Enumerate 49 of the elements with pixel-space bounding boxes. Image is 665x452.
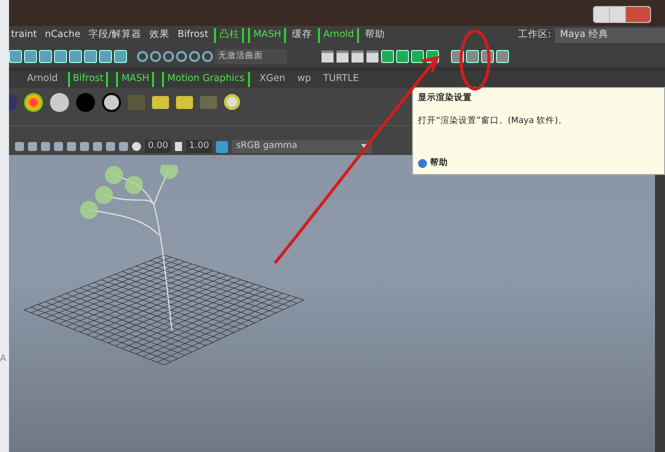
menu-item[interactable]: 效果 [148, 28, 172, 43]
help-icon [418, 159, 427, 168]
menu-item[interactable]: traint [9, 28, 39, 43]
shelf-tab[interactable]: XGen [258, 72, 288, 87]
menu-item[interactable]: MASH [248, 28, 286, 43]
exposure-icon[interactable] [132, 142, 141, 151]
annotation-circle [458, 28, 492, 92]
shelf-tab[interactable]: TURTLE [321, 72, 361, 87]
clapboard-icon[interactable] [321, 50, 334, 62]
tooltip-text: 打开“渲染设置”窗口。(Maya 软件)。 [418, 114, 568, 128]
tool-icon[interactable] [54, 50, 67, 62]
panel-icon[interactable] [466, 50, 479, 62]
menu-item[interactable]: Arnold [318, 28, 359, 43]
help-link[interactable]: 帮助 [430, 157, 448, 170]
caret-icon [361, 144, 368, 149]
menu-item[interactable]: Bifrost [176, 28, 210, 43]
render-tool-icon[interactable] [411, 50, 424, 62]
surface-field[interactable]: 无激活曲面 [215, 48, 287, 64]
render-settings-icon[interactable] [366, 50, 379, 62]
shelf-tab[interactable]: wp [295, 72, 314, 87]
gamma-field[interactable]: 1.00 [186, 140, 212, 154]
tool-icon[interactable] [9, 50, 22, 62]
menu-item[interactable]: 字段/解算器 [86, 28, 144, 43]
edge-text: A [0, 352, 8, 366]
menu-item[interactable]: 帮助 [362, 28, 387, 43]
shelf-tab[interactable]: Arnold [25, 72, 60, 87]
window-controls[interactable] [593, 6, 651, 23]
tooltip-title: 显示渲染设置 [418, 92, 473, 105]
clapboard-icon[interactable] [336, 50, 349, 62]
menu-item[interactable]: 缓存 [290, 28, 314, 43]
tool-icon[interactable] [99, 50, 112, 62]
tool-icon[interactable] [84, 50, 97, 62]
menu-item[interactable]: nCache [42, 28, 82, 43]
tool-icon[interactable] [39, 50, 52, 62]
workspace-dropdown[interactable]: Maya 经典 [555, 28, 665, 43]
tool-icon[interactable] [114, 50, 127, 62]
render-tool-icon[interactable] [381, 50, 394, 62]
color-space-dropdown[interactable]: sRGB gamma [232, 140, 372, 154]
tool-icon[interactable] [24, 50, 37, 62]
render-tool-icon[interactable] [396, 50, 409, 62]
tool-icon[interactable] [69, 50, 82, 62]
menu-item[interactable]: 凸柱 [214, 28, 244, 43]
panel-icon[interactable] [496, 50, 509, 62]
exposure-field[interactable]: 0.00 [145, 140, 172, 154]
target-icon[interactable] [224, 94, 240, 110]
clapboard-icon[interactable] [351, 50, 364, 62]
gamma-icon[interactable] [175, 142, 182, 151]
workspace-label: 工作区: [518, 28, 551, 42]
color-management-icon[interactable] [216, 140, 228, 152]
